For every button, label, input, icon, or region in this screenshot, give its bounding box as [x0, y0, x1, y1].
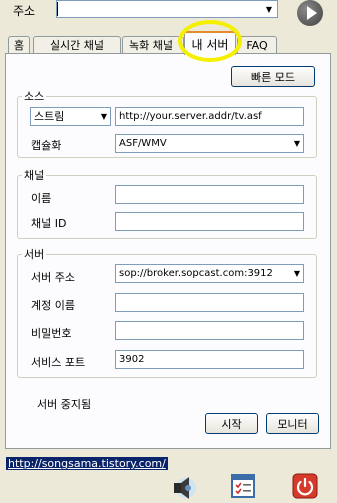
tab-home[interactable]: 홈	[8, 36, 30, 53]
tab-home-label: 홈	[13, 39, 25, 52]
server-address-value: sop://broker.sopcast.com:3912	[119, 268, 273, 279]
account-name-input[interactable]	[115, 293, 304, 312]
source-legend: 소스	[24, 90, 45, 103]
channel-name-label: 이름	[31, 192, 52, 205]
monitor-button-label: 모니터	[277, 417, 308, 431]
account-name-label: 계정 이름	[31, 299, 75, 312]
chevron-down-icon: ▼	[100, 112, 107, 121]
password-label: 비밀번호	[31, 327, 72, 340]
service-port-value: 3902	[119, 354, 145, 365]
yellow-highlight-circle	[178, 20, 242, 62]
footer-link[interactable]: http://songsama.tistory.com/	[6, 457, 168, 470]
address-label: 주소	[13, 4, 36, 18]
tab-faq[interactable]: FAQ	[237, 36, 277, 53]
source-type-select[interactable]: 스트림 ▼	[30, 107, 111, 126]
server-legend: 서버	[24, 248, 45, 261]
tab-recorded-channels-label: 녹화 채널	[129, 39, 173, 52]
encapsulation-select[interactable]: ASF/WMV ▼	[115, 134, 304, 153]
start-button[interactable]: 시작	[205, 413, 258, 434]
server-status-text: 서버 중지됨	[37, 398, 92, 411]
service-port-input[interactable]: 3902	[115, 350, 304, 369]
server-address-select[interactable]: sop://broker.sopcast.com:3912 ▼	[115, 264, 304, 283]
channel-id-label: 채널 ID	[31, 217, 67, 230]
channel-name-input[interactable]	[115, 185, 304, 204]
speaker-icon[interactable]	[169, 472, 197, 500]
service-port-label: 서비스 포트	[31, 356, 86, 369]
source-url-input[interactable]: http://your.server.addr/tv.asf	[115, 107, 304, 126]
address-input[interactable]: ▼	[56, 0, 278, 18]
tab-live-channels-label: 실시간 채널	[49, 39, 105, 52]
tab-recorded-channels[interactable]: 녹화 채널	[122, 36, 184, 53]
channel-id-input[interactable]	[115, 212, 304, 231]
server-address-label: 서버 주소	[31, 271, 75, 284]
power-icon[interactable]	[291, 472, 319, 500]
source-url-value: http://your.server.addr/tv.asf	[119, 111, 262, 122]
chevron-down-icon: ▼	[293, 269, 300, 278]
channel-legend: 채널	[24, 169, 45, 182]
checklist-icon[interactable]	[229, 472, 257, 500]
tab-faq-label: FAQ	[246, 38, 268, 52]
address-dropdown-arrow-icon[interactable]: ▼	[261, 1, 277, 17]
fast-mode-button[interactable]: 빠른 모드	[231, 66, 315, 87]
encapsulation-value: ASF/WMV	[119, 138, 167, 149]
text-caret	[57, 2, 58, 16]
fast-mode-button-label: 빠른 모드	[251, 70, 295, 84]
source-type-value: 스트림	[34, 110, 65, 123]
monitor-button[interactable]: 모니터	[266, 413, 319, 434]
password-input[interactable]	[115, 321, 304, 340]
chevron-down-icon: ▼	[293, 139, 300, 148]
encapsulation-label: 캡슐화	[31, 139, 62, 152]
start-button-label: 시작	[221, 417, 242, 431]
go-arrow-icon[interactable]	[297, 0, 323, 26]
tab-live-channels[interactable]: 실시간 채널	[33, 36, 121, 53]
